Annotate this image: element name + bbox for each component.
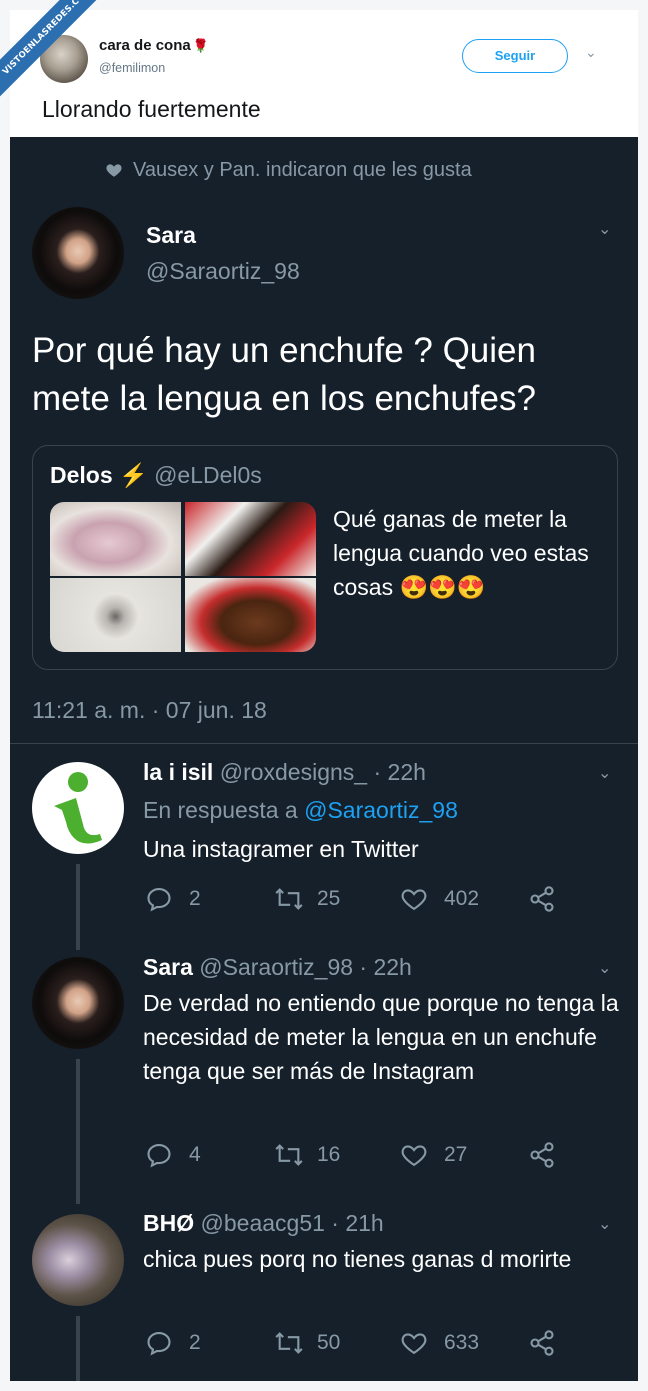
timestamp[interactable]: 11:21 a. m. · 07 jun. 18 [32, 697, 267, 724]
reply-count: 2 [189, 887, 201, 910]
handle-time[interactable]: @beaacg51 · 21h [201, 1210, 384, 1236]
share-icon [530, 1330, 554, 1356]
tweet-text: Llorando fuertemente [42, 96, 261, 122]
author-name[interactable]: cara de cona 🌹 [99, 37, 209, 54]
quoted-text: Qué ganas de meter la lengua cuando veo … [333, 506, 589, 600]
reply-text: De verdad no entiendo que porque no teng… [143, 990, 619, 1084]
embedded-screenshot: Vausex y Pan. indicaron que les gusta Sa… [10, 137, 638, 1381]
chevron-down-icon[interactable]: ⌄ [585, 44, 597, 61]
share-icon [530, 886, 554, 912]
author-name[interactable]: BHØ [143, 1210, 194, 1236]
retweet-icon [275, 888, 303, 910]
retweet-count: 50 [317, 1331, 341, 1354]
avatar[interactable] [32, 1214, 124, 1306]
like-count: 402 [444, 887, 480, 910]
author-name[interactable]: Sara [143, 954, 193, 980]
comment-icon [147, 1144, 171, 1168]
chevron-down-icon[interactable]: ⌄ [598, 1214, 611, 1234]
handle-time[interactable]: @Saraortiz_98 · 22h [199, 954, 412, 980]
thread-line [76, 1059, 80, 1204]
rose-icon: 🌹 [192, 38, 209, 53]
avatar[interactable] [32, 207, 124, 299]
liked-by-text: Vausex y Pan. indicaron que les gusta [133, 159, 472, 181]
lightning-icon: ⚡ [119, 462, 148, 488]
heart-icon [401, 1145, 427, 1167]
quoted-media-grid[interactable] [50, 502, 316, 652]
socket-image[interactable] [50, 578, 181, 652]
like-count: 633 [444, 1331, 480, 1354]
retweet-icon [275, 1144, 303, 1166]
reply-header: la i isil @roxdesigns_ · 22h [143, 759, 426, 786]
reply-context: En respuesta a @Saraortiz_98 [143, 797, 458, 824]
handle-time[interactable]: @roxdesigns_ · 22h [220, 759, 426, 785]
comment-icon [147, 1332, 171, 1356]
quoted-author-name: Delos [50, 462, 113, 488]
tweet-text: Por qué hay un enchufe ? Quien mete la l… [32, 331, 536, 418]
reply-header: Sara @Saraortiz_98 · 22h [143, 954, 412, 981]
heart-icon [401, 889, 427, 911]
reply-text: Una instagramer en Twitter [143, 836, 419, 862]
retweet-count: 25 [317, 887, 341, 910]
kinder-image[interactable] [185, 502, 316, 576]
divider [10, 743, 638, 744]
heart-icon [106, 164, 122, 177]
author-name-text: cara de cona [99, 37, 191, 54]
chocolate-image[interactable] [185, 578, 316, 652]
quoted-tweet-header: Delos ⚡ @eLDel0s [50, 462, 262, 489]
yogurt-image[interactable] [50, 502, 181, 576]
chevron-down-icon[interactable]: ⌄ [598, 219, 611, 239]
author-handle[interactable]: @Saraortiz_98 [146, 258, 300, 285]
heart-icon [401, 1333, 427, 1355]
author-name[interactable]: la i isil [143, 759, 213, 785]
quoted-tweet[interactable]: Delos ⚡ @eLDel0s Qué ganas de meter la l… [32, 445, 618, 670]
share-icon [530, 1142, 554, 1168]
quoted-author-handle: @eLDel0s [154, 462, 262, 488]
original-tweet-card: cara de cona 🌹 @femilimon Seguir ⌄ Lloran… [10, 10, 638, 137]
author-name[interactable]: Sara [146, 222, 196, 249]
retweet-icon [275, 1332, 303, 1354]
info-logo-icon [54, 772, 102, 844]
like-count: 27 [444, 1143, 468, 1166]
comment-icon [147, 888, 171, 912]
avatar[interactable] [32, 957, 124, 1049]
thread-line [76, 1316, 80, 1381]
avatar[interactable] [32, 762, 124, 854]
author-handle[interactable]: @femilimon [99, 61, 165, 75]
reply-count: 2 [189, 1331, 201, 1354]
chevron-down-icon[interactable]: ⌄ [598, 763, 611, 783]
reply-prefix: En respuesta a [143, 797, 298, 823]
thread-line [76, 864, 80, 950]
retweet-count: 16 [317, 1143, 341, 1166]
chevron-down-icon[interactable]: ⌄ [598, 958, 611, 978]
reply-text: chica pues porq no tienes ganas d morirt… [143, 1246, 572, 1272]
reply-count: 4 [189, 1143, 201, 1166]
reply-to-link[interactable]: @Saraortiz_98 [304, 797, 458, 823]
follow-button[interactable]: Seguir [462, 39, 568, 73]
reply-header: BHØ @beaacg51 · 21h [143, 1210, 384, 1237]
